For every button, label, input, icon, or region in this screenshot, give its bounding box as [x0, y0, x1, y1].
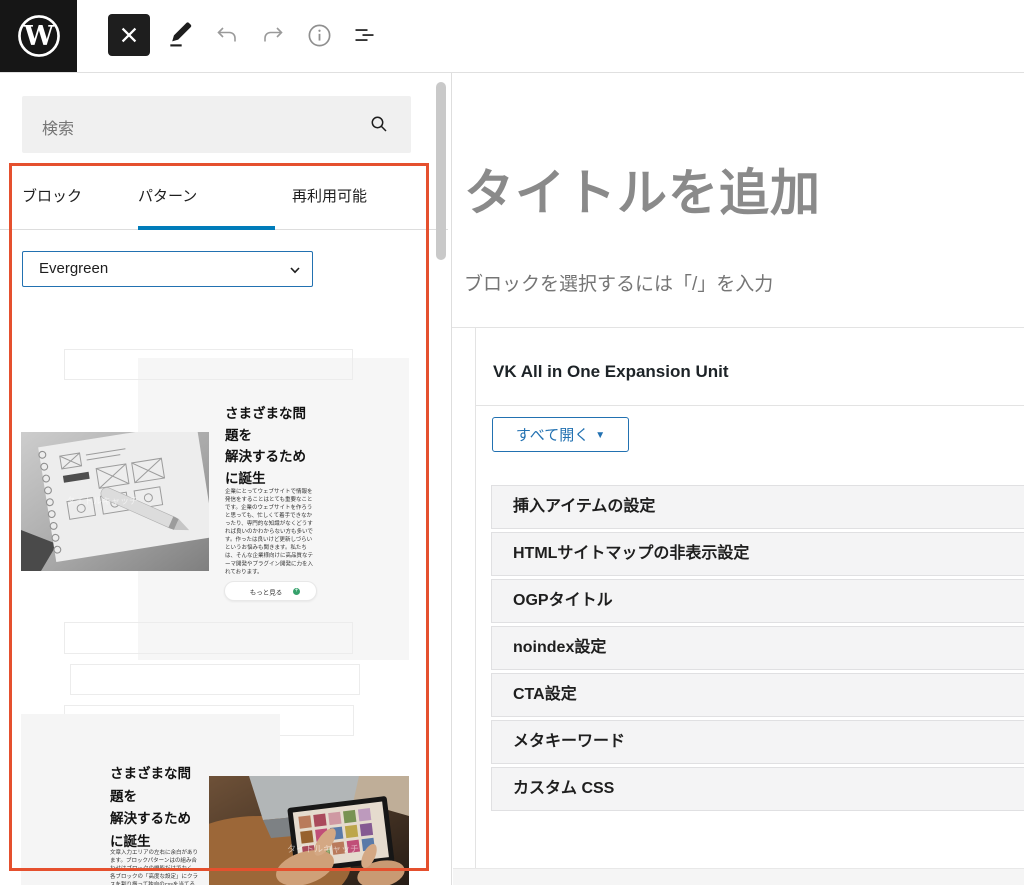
post-title-input[interactable]: タイトルを追加: [464, 153, 821, 225]
open-all-button[interactable]: すべて開く▼: [492, 417, 629, 452]
undo-icon[interactable]: [213, 24, 240, 46]
list-view-icon[interactable]: [350, 24, 379, 48]
editor-top-bar: W: [0, 0, 1024, 73]
redo-icon[interactable]: [260, 24, 287, 46]
wordpress-logo-icon: W: [16, 13, 62, 59]
close-icon: [115, 21, 143, 49]
search-input[interactable]: 検索: [22, 96, 411, 153]
wordpress-block-editor: W 検索: [0, 0, 1024, 885]
accordion-item-meta-keywords[interactable]: メタキーワード: [491, 720, 1024, 764]
sidebar-scrollbar-thumb[interactable]: [436, 82, 446, 260]
accordion-item-cta[interactable]: CTA設定: [491, 673, 1024, 717]
accordion-item-noindex[interactable]: noindex設定: [491, 626, 1024, 670]
wordpress-logo-button[interactable]: W: [0, 0, 77, 72]
edit-pencil-icon[interactable]: [165, 19, 197, 51]
canvas-bottom-strip: [453, 868, 1024, 885]
accordion-item-custom-css[interactable]: カスタム CSS: [491, 767, 1024, 811]
search-icon: [367, 112, 391, 136]
caret-down-icon: ▼: [595, 430, 605, 441]
metabox-top-divider: [452, 327, 1024, 328]
annotation-rectangle: [9, 163, 429, 871]
accordion-item-sitemap[interactable]: HTMLサイトマップの非表示設定: [491, 532, 1024, 576]
metabox-title: VK All in One Expansion Unit: [493, 362, 729, 382]
info-icon[interactable]: [306, 22, 333, 49]
svg-text:W: W: [22, 21, 54, 52]
block-appender-text[interactable]: ブロックを選択するには「/」を入力: [464, 269, 773, 296]
editor-canvas: タイトルを追加 ブロックを選択するには「/」を入力 VK All in One …: [451, 73, 1024, 885]
accordion-item-insert-settings[interactable]: 挿入アイテムの設定: [491, 485, 1024, 529]
search-placeholder: 検索: [42, 115, 74, 139]
block-inserter-toggle-button[interactable]: [108, 14, 150, 56]
metabox-title-divider: [476, 405, 1024, 406]
accordion-item-ogp-title[interactable]: OGPタイトル: [491, 579, 1024, 623]
metabox-left-border: [475, 327, 476, 868]
